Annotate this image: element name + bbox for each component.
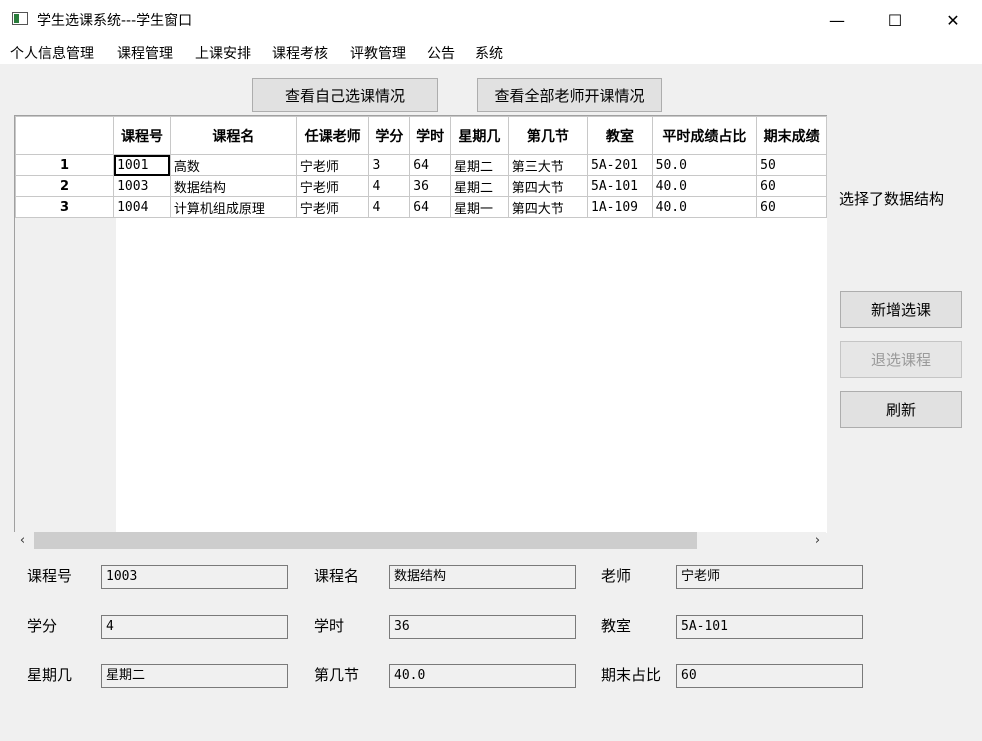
scroll-left-icon[interactable]: ‹ <box>14 532 31 549</box>
scroll-right-icon[interactable]: › <box>809 532 826 549</box>
hours-label: 学时 <box>314 617 345 635</box>
teacher-field[interactable]: 宁老师 <box>676 565 863 589</box>
maximize-button[interactable]: ☐ <box>866 0 924 40</box>
table-cell[interactable]: 36 <box>409 175 452 197</box>
course-name-label: 课程名 <box>314 567 360 585</box>
table-cell[interactable]: 3 <box>368 154 411 176</box>
column-header[interactable]: 期末成绩 <box>756 116 827 155</box>
minimize-button[interactable]: — <box>808 0 866 40</box>
table-cell[interactable]: 1004 <box>113 196 171 218</box>
column-header[interactable]: 学时 <box>409 116 452 155</box>
table-cell[interactable]: 64 <box>409 196 452 218</box>
refresh-button[interactable]: 刷新 <box>840 391 962 428</box>
table-cell[interactable]: 第三大节 <box>507 154 589 176</box>
selection-status-label: 选择了数据结构 <box>839 190 945 208</box>
table-cell[interactable]: 星期二 <box>450 154 509 176</box>
table-cell[interactable]: 1001 <box>113 154 171 176</box>
table-cell[interactable]: 第四大节 <box>507 196 589 218</box>
room-label: 教室 <box>601 617 632 635</box>
table-row[interactable]: 3 1004 计算机组成原理 宁老师 4 64 星期一 第四大节 1A-109 … <box>15 196 827 218</box>
teacher-label: 老师 <box>601 567 632 585</box>
title-bar: 学生选课系统---学生窗口 — ☐ ✕ <box>0 0 982 41</box>
table-cell[interactable]: 4 <box>368 196 411 218</box>
column-header[interactable]: 课程号 <box>113 116 171 155</box>
row-header[interactable]: 2 <box>15 175 115 197</box>
table-cell[interactable]: 1A-109 <box>587 196 653 218</box>
table-cell[interactable]: 1003 <box>113 175 171 197</box>
table-cell[interactable]: 计算机组成原理 <box>169 196 297 218</box>
table-cell[interactable]: 50 <box>756 154 827 176</box>
weekday-field[interactable]: 星期二 <box>101 664 288 688</box>
credit-field[interactable]: 4 <box>101 615 288 639</box>
table-cell[interactable]: 第四大节 <box>507 175 589 197</box>
table-cell[interactable]: 40.0 <box>651 196 758 218</box>
row-header-blank-area <box>15 218 116 533</box>
menu-course-assessment[interactable]: 课程考核 <box>272 43 328 63</box>
add-course-button[interactable]: 新增选课 <box>840 291 962 328</box>
table-cell[interactable]: 5A-101 <box>587 175 653 197</box>
window-title: 学生选课系统---学生窗口 <box>37 13 193 29</box>
table-cell[interactable]: 数据结构 <box>169 175 297 197</box>
table-corner-cell[interactable] <box>15 116 115 155</box>
horizontal-scrollbar[interactable]: ‹ › <box>14 532 826 549</box>
table-cell[interactable]: 40.0 <box>651 175 758 197</box>
table-header-row: 课程号 课程名 任课老师 学分 学时 星期几 第几节 教室 平时成绩占比 期末成… <box>15 116 827 155</box>
table-cell[interactable]: 4 <box>368 175 411 197</box>
column-header[interactable]: 学分 <box>368 116 411 155</box>
table-cell[interactable]: 5A-201 <box>587 154 653 176</box>
table-cell[interactable]: 60 <box>756 175 827 197</box>
final-ratio-field[interactable]: 60 <box>676 664 863 688</box>
row-header[interactable]: 3 <box>15 196 115 218</box>
menu-class-schedule[interactable]: 上课安排 <box>195 43 251 63</box>
course-table-grid: 课程号 课程名 任课老师 学分 学时 星期几 第几节 教室 平时成绩占比 期末成… <box>15 116 827 218</box>
column-header[interactable]: 课程名 <box>169 116 297 155</box>
scroll-thumb[interactable] <box>34 532 697 549</box>
table-cell[interactable]: 星期二 <box>450 175 509 197</box>
table-row[interactable]: 1 1001 高数 宁老师 3 64 星期二 第三大节 5A-201 50.0 … <box>15 154 827 176</box>
menu-bar: 个人信息管理 课程管理 上课安排 课程考核 评教管理 公告 系统 <box>0 40 982 64</box>
hours-field[interactable]: 36 <box>389 615 576 639</box>
table-row[interactable]: 2 1003 数据结构 宁老师 4 36 星期二 第四大节 5A-101 40.… <box>15 175 827 197</box>
menu-course-management[interactable]: 课程管理 <box>117 43 173 63</box>
room-field[interactable]: 5A-101 <box>676 615 863 639</box>
column-header[interactable]: 任课老师 <box>295 116 370 155</box>
view-all-courses-button[interactable]: 查看全部老师开课情况 <box>477 78 662 112</box>
column-header[interactable]: 第几节 <box>507 116 589 155</box>
menu-system[interactable]: 系统 <box>475 43 503 63</box>
weekday-label: 星期几 <box>27 666 73 684</box>
table-cell[interactable]: 宁老师 <box>295 196 370 218</box>
table-cell[interactable]: 宁老师 <box>295 175 370 197</box>
table-cell[interactable]: 60 <box>756 196 827 218</box>
row-header[interactable]: 1 <box>15 154 115 176</box>
course-name-field[interactable]: 数据结构 <box>389 565 576 589</box>
column-header[interactable]: 平时成绩占比 <box>651 116 758 155</box>
drop-course-button: 退选课程 <box>840 341 962 378</box>
table-cell[interactable]: 高数 <box>169 154 297 176</box>
menu-announcement[interactable]: 公告 <box>427 43 455 63</box>
app-window-icon <box>12 12 28 25</box>
course-id-label: 课程号 <box>27 567 73 585</box>
period-field[interactable]: 40.0 <box>389 664 576 688</box>
final-ratio-label: 期末占比 <box>601 666 662 684</box>
period-label: 第几节 <box>314 666 360 684</box>
course-id-field[interactable]: 1003 <box>101 565 288 589</box>
table-cell[interactable]: 宁老师 <box>295 154 370 176</box>
view-my-selection-button[interactable]: 查看自己选课情况 <box>252 78 438 112</box>
course-table[interactable]: 课程号 课程名 任课老师 学分 学时 星期几 第几节 教室 平时成绩占比 期末成… <box>14 115 827 533</box>
menu-personal-info[interactable]: 个人信息管理 <box>10 43 94 63</box>
column-header[interactable]: 教室 <box>587 116 653 155</box>
menu-teaching-evaluation[interactable]: 评教管理 <box>350 43 406 63</box>
table-cell[interactable]: 64 <box>409 154 452 176</box>
table-cell[interactable]: 星期一 <box>450 196 509 218</box>
close-button[interactable]: ✕ <box>924 0 982 40</box>
table-cell[interactable]: 50.0 <box>651 154 758 176</box>
column-header[interactable]: 星期几 <box>450 116 509 155</box>
credit-label: 学分 <box>27 617 58 635</box>
